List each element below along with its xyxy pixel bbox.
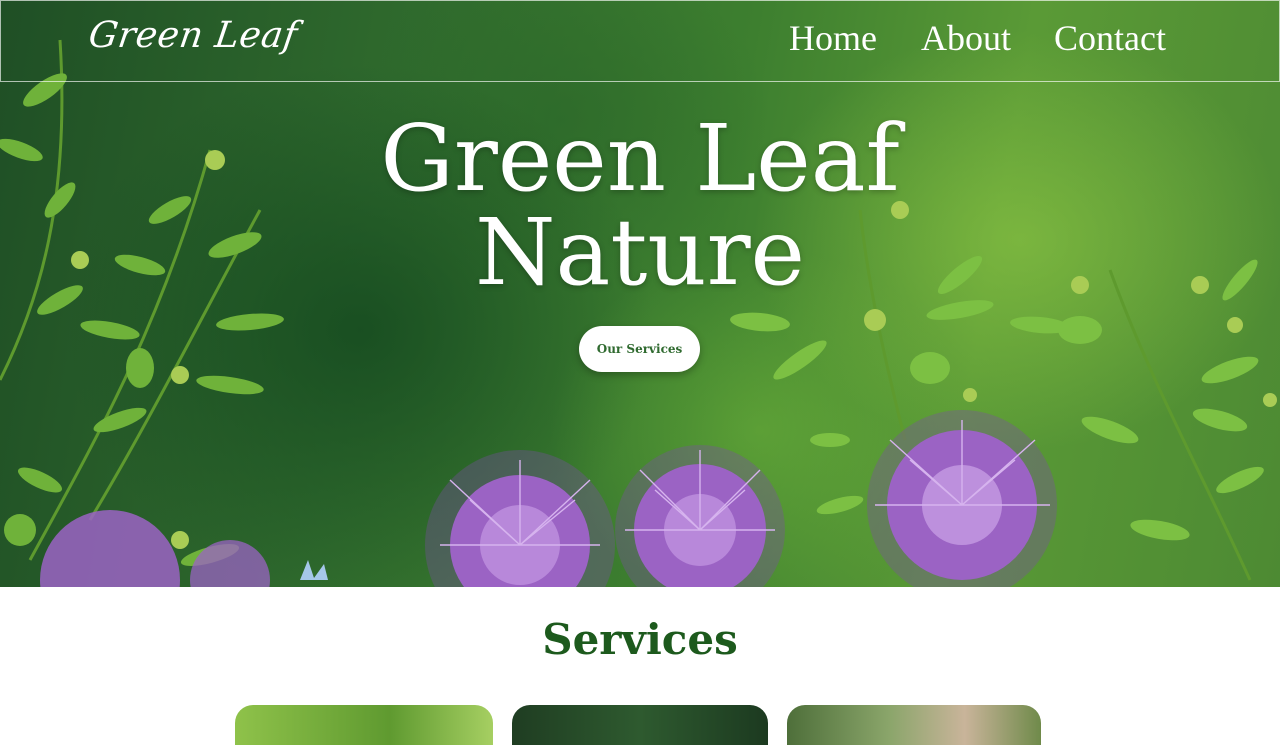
hero-title-line-2: Nature: [475, 199, 805, 306]
services-heading: Services: [542, 615, 738, 664]
hero-section: Green Leaf Home About Contact Green Leaf…: [0, 0, 1280, 587]
nav-link-home[interactable]: Home: [789, 17, 877, 59]
services-section: Services: [0, 587, 1280, 745]
service-card-image[interactable]: [787, 705, 1041, 745]
service-card-image[interactable]: [512, 705, 768, 745]
brand-logo[interactable]: Green Leaf: [86, 15, 300, 56]
hero-title: Green Leaf Nature: [0, 112, 1280, 300]
nav-link-about[interactable]: About: [921, 17, 1011, 59]
hero-title-line-1: Green Leaf: [380, 105, 900, 212]
service-card-image[interactable]: [235, 705, 493, 745]
top-navbar: Green Leaf Home About Contact: [0, 0, 1280, 82]
nav-link-contact[interactable]: Contact: [1054, 17, 1166, 59]
our-services-button[interactable]: Our Services: [579, 326, 700, 372]
